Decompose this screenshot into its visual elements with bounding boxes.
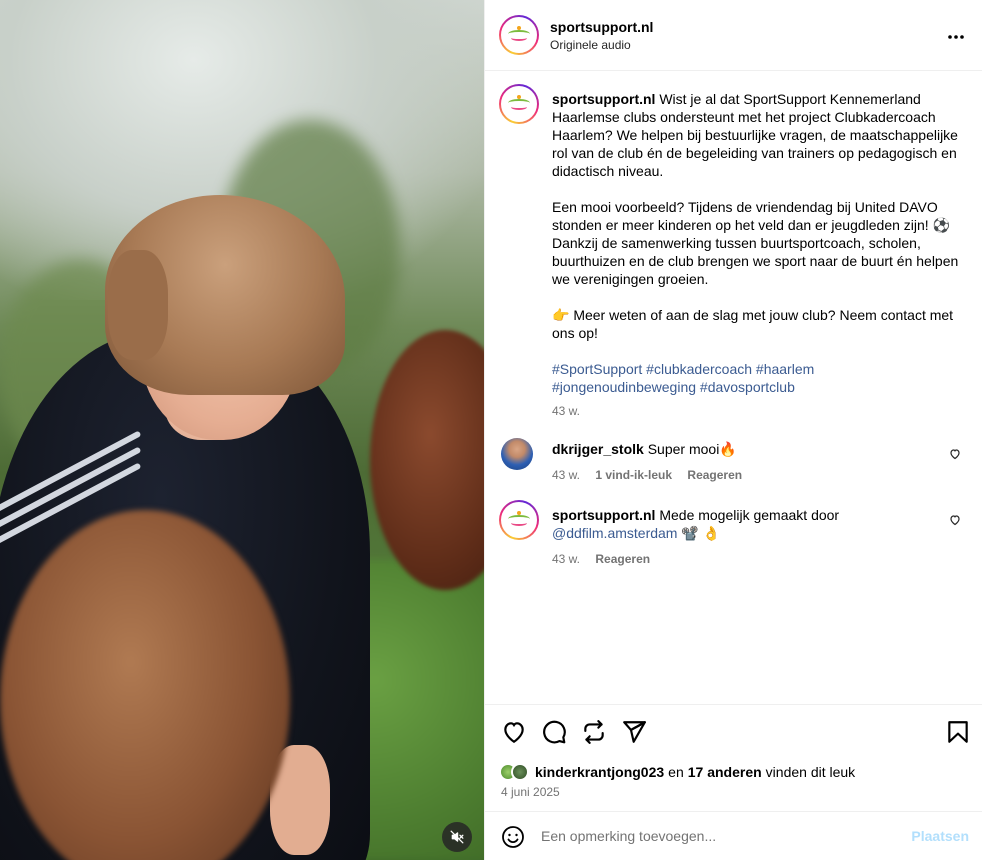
comment-item: dkrijger_stolk Super mooi🔥 43 w. 1 vind-… — [499, 438, 969, 490]
caption: sportsupport.nl Wist je al dat SportSupp… — [499, 84, 969, 424]
comment-username[interactable]: sportsupport.nl — [552, 507, 655, 523]
avatar[interactable] — [501, 438, 533, 470]
reply-button[interactable]: Reageren — [595, 552, 650, 566]
post-panel: sportsupport.nl Originele audio sportsup… — [484, 0, 982, 860]
likes-suffix: vinden dit leuk — [765, 764, 856, 780]
header-username[interactable]: sportsupport.nl — [550, 19, 653, 35]
bookmark-icon[interactable] — [945, 719, 971, 745]
timestamp[interactable]: 43 w. — [552, 468, 580, 482]
repost-icon[interactable] — [581, 719, 607, 745]
avatar[interactable] — [499, 15, 539, 55]
comment-box: Plaatsen — [485, 811, 982, 860]
liker-avatars[interactable] — [499, 763, 529, 781]
timestamp[interactable]: 43 w. — [552, 402, 962, 420]
send-icon[interactable] — [621, 719, 647, 745]
audio-link[interactable]: Originele audio — [550, 38, 653, 52]
likes-connector: en — [668, 764, 684, 780]
comment-item: sportsupport.nl Mede mogelijk gemaakt do… — [499, 500, 969, 570]
caption-text: Een mooi voorbeeld? Tijdens de vriendend… — [552, 199, 959, 287]
comment-text: Super mooi🔥 — [647, 441, 737, 457]
sportsupport-logo-icon — [506, 511, 532, 529]
sportsupport-logo-icon — [506, 26, 532, 44]
more-horizontal-icon[interactable] — [947, 24, 965, 45]
hashtag-link[interactable]: #jongenoudinbeweging #davosportclub — [552, 378, 962, 396]
timestamp[interactable]: 43 w. — [552, 552, 580, 566]
likes-others[interactable]: 17 anderen — [688, 764, 762, 780]
comment-emoji: 📽️ 👌 — [681, 525, 721, 541]
comment-likes[interactable]: 1 vind-ik-leuk — [595, 468, 672, 482]
heart-icon[interactable] — [949, 448, 961, 460]
post-actions: kinderkrantjong023 en 17 anderen vinden … — [485, 704, 982, 810]
hashtag-link[interactable]: #SportSupport #clubkadercoach #haarlem — [552, 360, 962, 378]
liker-username[interactable]: kinderkrantjong023 — [535, 764, 664, 780]
post-date[interactable]: 4 juni 2025 — [501, 785, 560, 799]
caption-username[interactable]: sportsupport.nl — [552, 91, 655, 107]
likes-summary: kinderkrantjong023 en 17 anderen vinden … — [499, 763, 855, 781]
comment-text: Mede mogelijk gemaakt door — [659, 507, 840, 523]
mention-link[interactable]: @ddfilm.amsterdam — [552, 525, 677, 541]
heart-icon[interactable] — [501, 719, 527, 745]
post-video[interactable] — [0, 0, 484, 860]
heart-icon[interactable] — [949, 514, 961, 526]
video-person — [370, 330, 484, 590]
caption-text: 👉 Meer weten of aan de slag met jouw clu… — [552, 307, 954, 341]
video-person — [108, 250, 168, 360]
comments-section[interactable]: sportsupport.nl Wist je al dat SportSupp… — [485, 72, 982, 704]
post-comment-button[interactable]: Plaatsen — [911, 828, 969, 844]
avatar — [511, 763, 529, 781]
comment-icon[interactable] — [541, 719, 567, 745]
avatar[interactable] — [499, 500, 539, 540]
emoji-icon[interactable] — [501, 825, 525, 849]
avatar[interactable] — [499, 84, 539, 124]
sportsupport-logo-icon — [506, 95, 532, 113]
reply-button[interactable]: Reageren — [687, 468, 742, 482]
comment-username[interactable]: dkrijger_stolk — [552, 441, 644, 457]
post-header: sportsupport.nl Originele audio — [485, 0, 982, 71]
comment-input[interactable] — [541, 826, 901, 846]
speaker-muted-icon[interactable] — [442, 822, 472, 852]
